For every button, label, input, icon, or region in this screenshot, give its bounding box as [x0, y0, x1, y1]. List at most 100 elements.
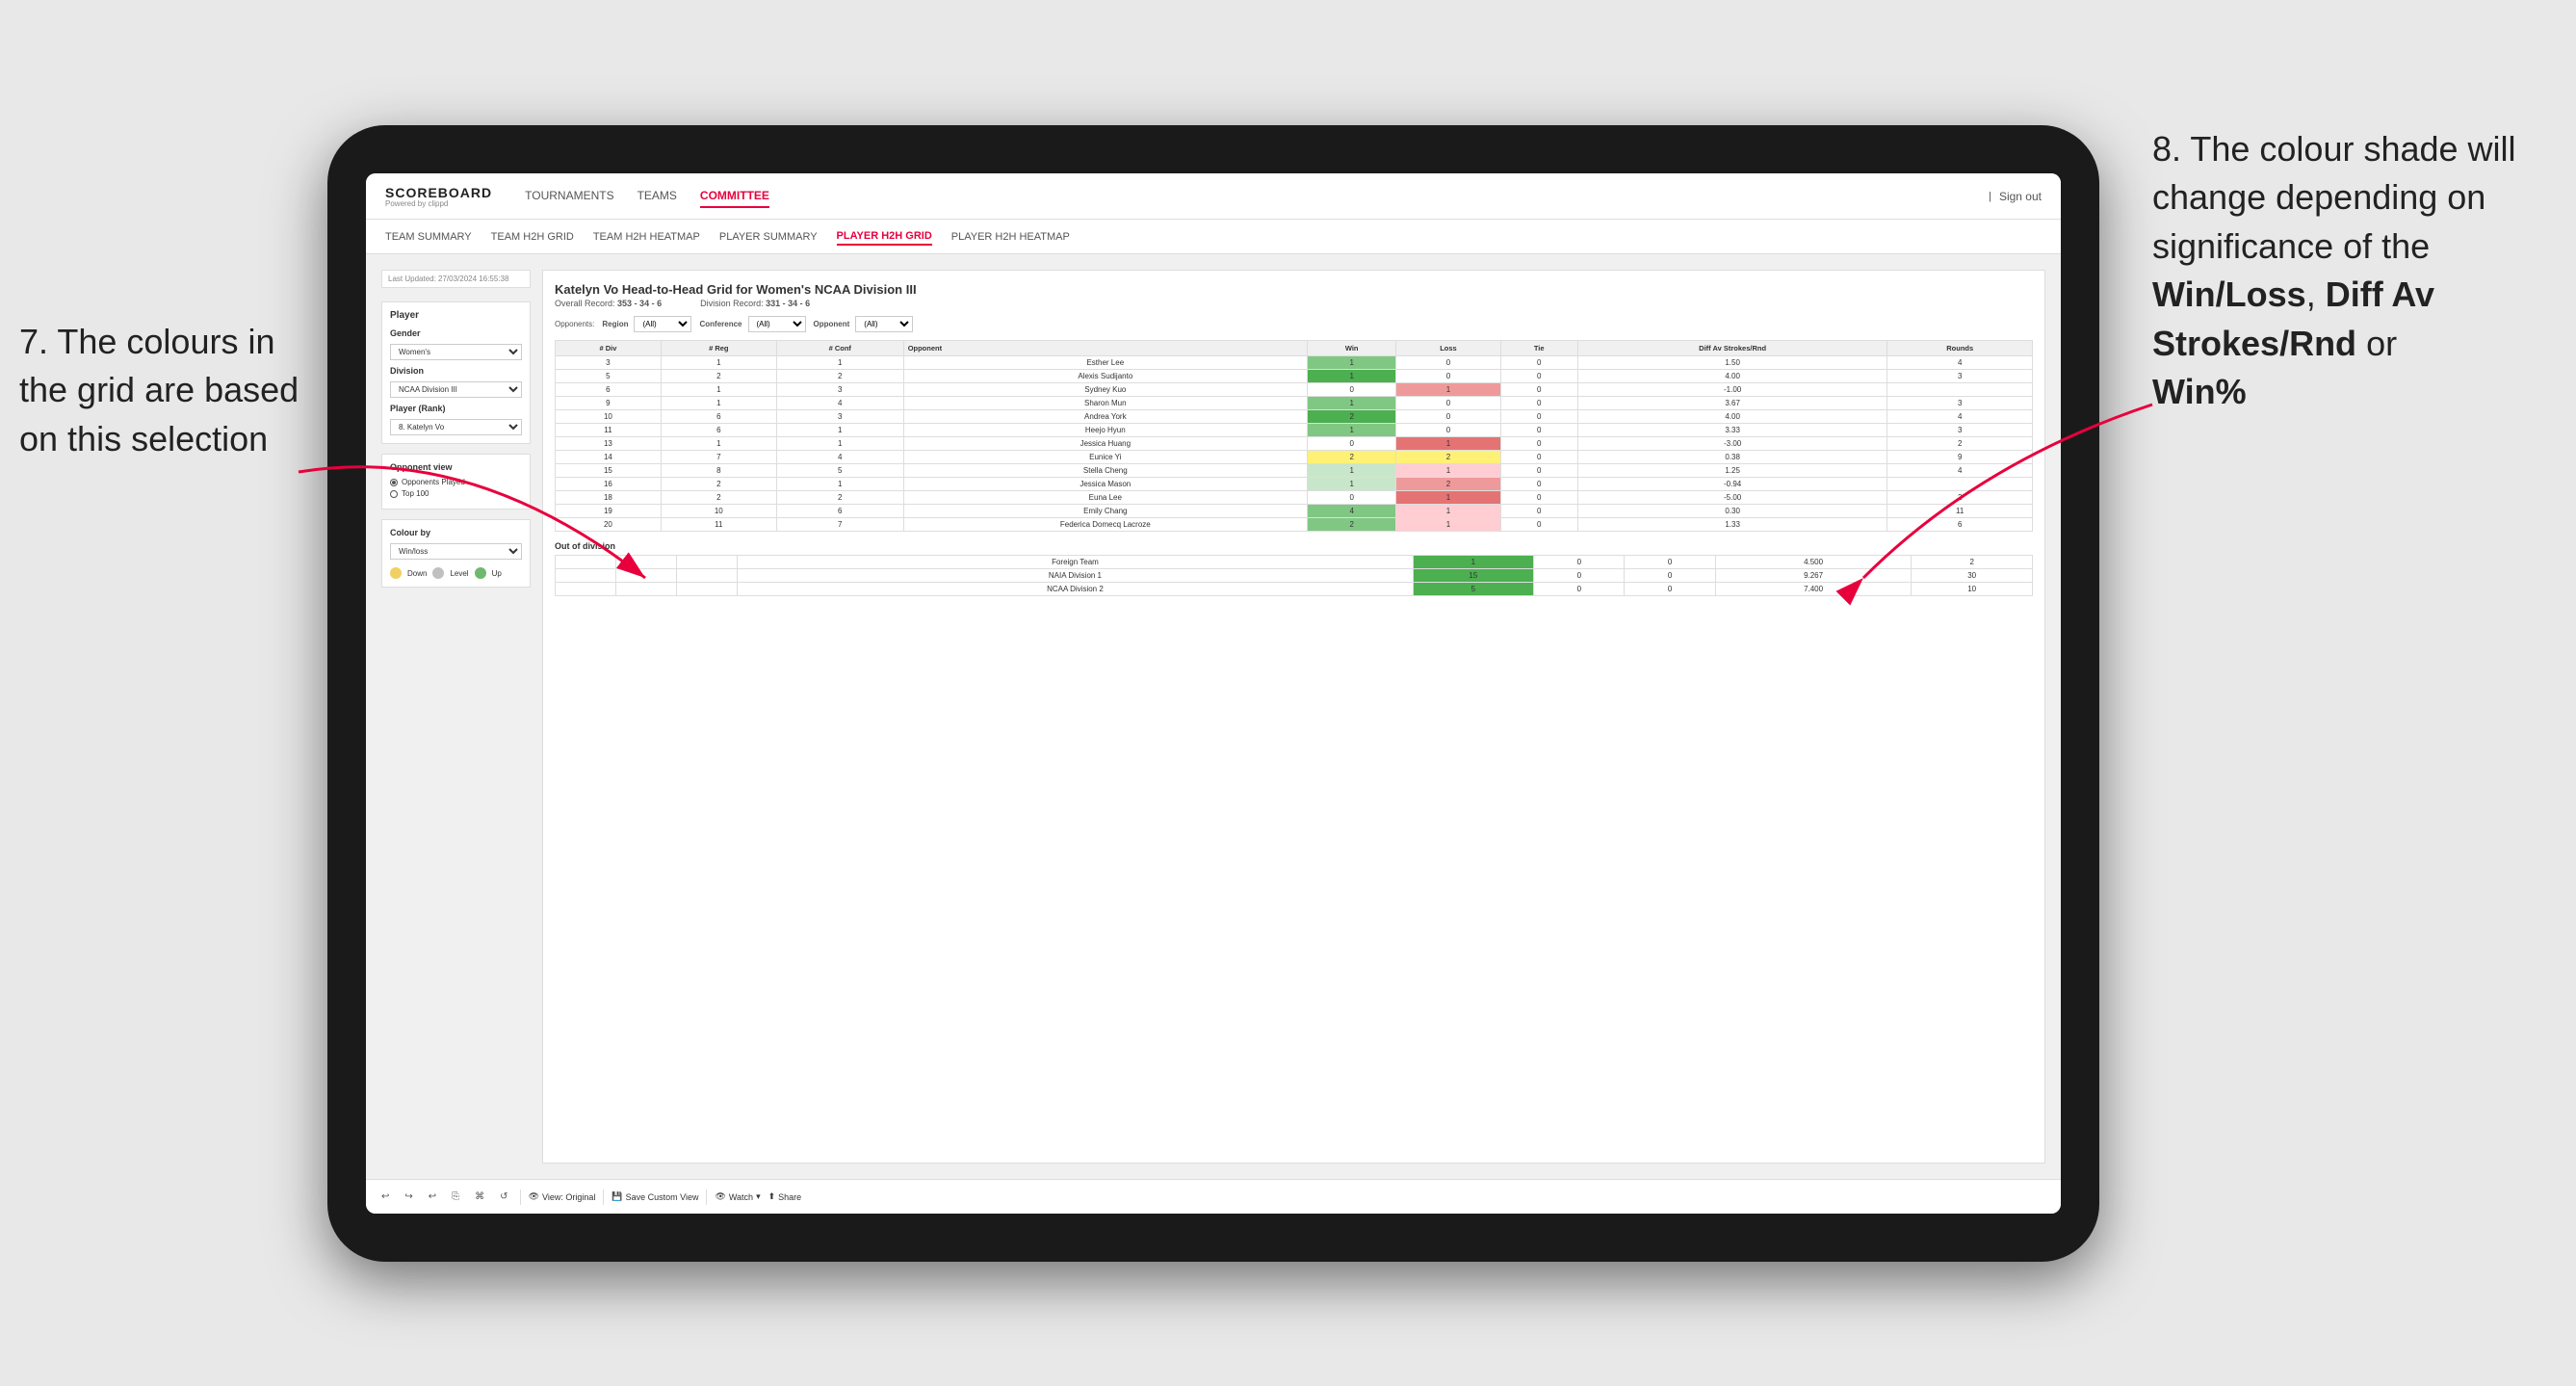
nav-right: | Sign out: [1989, 186, 2042, 207]
table-row: 11 6 1 Heejo Hyun 1 0 0 3.33 3: [556, 424, 2033, 437]
colour-by-label: Colour by: [390, 528, 522, 537]
view-original-btn[interactable]: 👁 View: Original: [529, 1191, 596, 1202]
cell-rounds: 4: [1887, 410, 2033, 424]
nav-tournaments[interactable]: TOURNAMENTS: [525, 185, 613, 208]
cell-rounds: 6: [1887, 518, 2033, 532]
cell-conf: 1: [776, 356, 903, 370]
cell-loss: 0: [1396, 370, 1500, 383]
subnav-player-h2h-heatmap[interactable]: PLAYER H2H HEATMAP: [951, 229, 1070, 245]
cell-win: 1: [1307, 478, 1395, 491]
last-updated: Last Updated: 27/03/2024 16:55:38: [381, 270, 531, 288]
cell-loss: 1: [1396, 437, 1500, 451]
radio-opponents-played[interactable]: Opponents Played: [390, 478, 522, 486]
cell-rounds: 2: [1912, 556, 2033, 569]
cell-diff: 4.00: [1577, 370, 1887, 383]
cell-loss: 2: [1396, 478, 1500, 491]
cell-loss: 1: [1396, 505, 1500, 518]
cell-conf: [677, 556, 738, 569]
subnav-team-h2h-heatmap[interactable]: TEAM H2H HEATMAP: [593, 229, 700, 245]
paste-btn[interactable]: ⌘: [471, 1190, 488, 1204]
cell-reg: 6: [661, 410, 776, 424]
tablet-frame: SCOREBOARD Powered by clippd TOURNAMENTS…: [327, 125, 2099, 1262]
cell-win: 0: [1307, 491, 1395, 505]
cell-loss: 0: [1396, 356, 1500, 370]
cell-diff: -0.94: [1577, 478, 1887, 491]
refresh-btn[interactable]: ↺: [496, 1190, 511, 1204]
cell-rounds: 4: [1887, 356, 2033, 370]
logo-text: SCOREBOARD: [385, 185, 492, 200]
cell-diff: -3.00: [1577, 437, 1887, 451]
cell-opponent: Jessica Huang: [903, 437, 1307, 451]
cell-reg: 6: [661, 424, 776, 437]
cell-loss: 1: [1396, 518, 1500, 532]
cell-div: 3: [556, 356, 662, 370]
player-rank-select[interactable]: 8. Katelyn Vo: [390, 419, 522, 435]
nav-teams[interactable]: TEAMS: [637, 185, 677, 208]
cell-loss: 1: [1396, 383, 1500, 397]
cell-reg: [616, 569, 677, 583]
radio-top100[interactable]: Top 100: [390, 489, 522, 498]
gender-select[interactable]: Women's: [390, 344, 522, 360]
legend-down-dot: [390, 567, 402, 579]
cell-win: 1: [1307, 464, 1395, 478]
col-rounds: Rounds: [1887, 341, 2033, 356]
conference-filter-select[interactable]: (All): [748, 316, 806, 332]
cell-conf: 1: [776, 424, 903, 437]
cell-diff: -1.00: [1577, 383, 1887, 397]
cell-diff: 1.33: [1577, 518, 1887, 532]
cell-tie: 0: [1625, 583, 1715, 596]
cell-win: 1: [1307, 424, 1395, 437]
cell-opponent: Andrea York: [903, 410, 1307, 424]
cell-diff: 3.67: [1577, 397, 1887, 410]
subnav-player-summary[interactable]: PLAYER SUMMARY: [719, 229, 818, 245]
back-btn[interactable]: ↩: [425, 1190, 440, 1204]
subnav-player-h2h-grid[interactable]: PLAYER H2H GRID: [837, 228, 932, 246]
watch-icon: 👁: [715, 1191, 725, 1202]
toolbar-divider-2: [603, 1190, 604, 1205]
cell-opponent: Stella Cheng: [903, 464, 1307, 478]
col-tie: Tie: [1500, 341, 1577, 356]
cell-loss: 0: [1396, 424, 1500, 437]
cell-reg: 11: [661, 518, 776, 532]
cell-opponent: Esther Lee: [903, 356, 1307, 370]
cell-win: 1: [1307, 397, 1395, 410]
cell-rounds: 3: [1887, 397, 2033, 410]
watch-btn[interactable]: 👁 Watch ▾: [715, 1191, 760, 1202]
cell-div: 14: [556, 451, 662, 464]
cell-reg: [616, 556, 677, 569]
logo-wrap: SCOREBOARD Powered by clippd: [385, 185, 496, 208]
opponent-filter-select[interactable]: (All): [855, 316, 913, 332]
subnav-team-summary[interactable]: TEAM SUMMARY: [385, 229, 472, 245]
radio-top100-label: Top 100: [402, 489, 429, 498]
colour-by-select[interactable]: Win/loss: [390, 543, 522, 560]
undo-btn[interactable]: ↩: [377, 1190, 393, 1204]
cell-rounds: [1887, 478, 2033, 491]
nav-sign-out[interactable]: Sign out: [1999, 186, 2042, 207]
redo-btn[interactable]: ↪: [401, 1190, 416, 1204]
cell-conf: 1: [776, 437, 903, 451]
h2h-table: # Div # Reg # Conf Opponent Win Loss Tie…: [555, 340, 2033, 532]
cell-tie: 0: [1625, 569, 1715, 583]
subnav-team-h2h-grid[interactable]: TEAM H2H GRID: [491, 229, 574, 245]
cell-rounds: 30: [1912, 569, 2033, 583]
cell-win: 1: [1307, 356, 1395, 370]
tablet-screen: SCOREBOARD Powered by clippd TOURNAMENTS…: [366, 173, 2061, 1214]
table-row: 18 2 2 Euna Lee 0 1 0 -5.00 2: [556, 491, 2033, 505]
cell-div: 11: [556, 424, 662, 437]
annotation-left: 7. The colours in the grid are based on …: [19, 318, 308, 463]
region-filter-select[interactable]: (All): [634, 316, 691, 332]
save-custom-btn[interactable]: 💾 Save Custom View: [611, 1191, 698, 1202]
copy-btn[interactable]: ⎘: [448, 1190, 463, 1204]
nav-committee[interactable]: COMMITTEE: [700, 185, 769, 208]
grid-area: Katelyn Vo Head-to-Head Grid for Women's…: [542, 270, 2045, 1164]
share-btn[interactable]: ⬆ Share: [768, 1191, 802, 1202]
cell-div: 5: [556, 370, 662, 383]
cell-opponent: Emily Chang: [903, 505, 1307, 518]
cell-reg: 1: [661, 356, 776, 370]
share-icon: ⬆: [768, 1191, 776, 1202]
cell-div: 13: [556, 437, 662, 451]
sub-nav: TEAM SUMMARY TEAM H2H GRID TEAM H2H HEAT…: [366, 220, 2061, 254]
cell-opponent: Sharon Mun: [903, 397, 1307, 410]
division-select[interactable]: NCAA Division III: [390, 381, 522, 398]
cell-label: NCAA Division 2: [738, 583, 1413, 596]
